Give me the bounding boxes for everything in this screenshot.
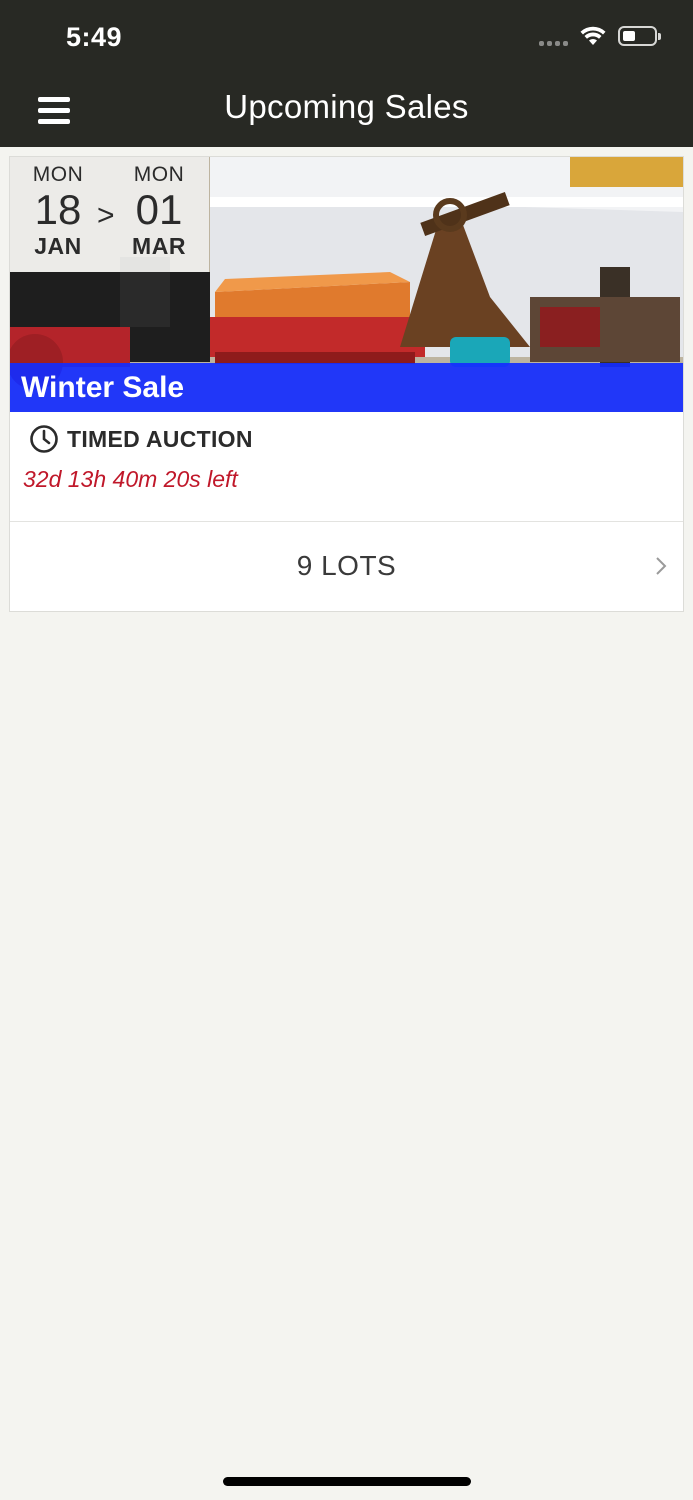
app-header: 5:49 Upcoming Sales [0, 0, 693, 147]
status-icons [539, 26, 661, 46]
start-month: JAN [34, 233, 82, 259]
auction-type-label: TIMED AUCTION [67, 425, 253, 452]
sale-title[interactable]: Winter Sale [21, 371, 184, 405]
start-date: MON 18 JAN [18, 163, 98, 260]
sale-date-range: MON 18 JAN > MON 01 MAR [10, 157, 209, 272]
chevron-right-icon [656, 557, 667, 575]
auction-type: TIMED AUCTION [29, 424, 253, 454]
time-left: 32d 13h 40m 20s left [23, 466, 238, 492]
clock-icon [30, 425, 58, 453]
status-time: 5:49 [66, 22, 123, 52]
end-day: 01 [135, 186, 183, 233]
sale-card[interactable]: MON 18 JAN > MON 01 MAR Winter Sale TIME… [9, 156, 684, 612]
battery-icon [618, 26, 661, 46]
view-lots-button[interactable]: 9 LOTS [10, 522, 683, 611]
lots-count: 9 LOTS [296, 550, 397, 581]
sale-hero-image[interactable]: MON 18 JAN > MON 01 MAR Winter Sale [10, 157, 683, 412]
wifi-icon [580, 26, 606, 45]
cellular-signal-icon [539, 26, 568, 46]
end-date: MON 01 MAR [119, 163, 199, 260]
home-indicator [223, 1477, 471, 1486]
end-month: MAR [132, 233, 186, 259]
page-title: Upcoming Sales [224, 88, 469, 125]
start-day: 18 [34, 186, 82, 233]
start-weekday: MON [32, 163, 84, 186]
date-separator: > [97, 199, 115, 232]
sale-title-bar: Winter Sale [10, 363, 683, 412]
end-weekday: MON [133, 163, 185, 186]
